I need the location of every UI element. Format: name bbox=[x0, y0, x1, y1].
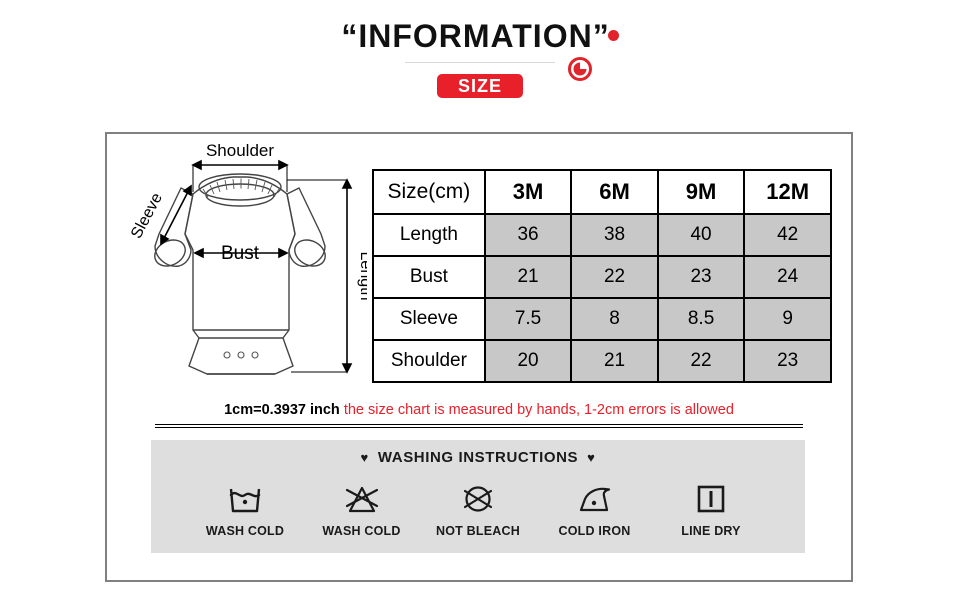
title-accent-dot bbox=[607, 30, 619, 41]
cell-length-3m: 36 bbox=[483, 213, 573, 257]
heart-left-icon: ♥ bbox=[360, 450, 369, 465]
washing-title-label: WASHING INSTRUCTIONS bbox=[377, 449, 579, 466]
row-label-bust: Bust bbox=[372, 255, 486, 299]
table-row: Bust 21 22 23 24 bbox=[372, 255, 832, 299]
table-header-size: Size(cm) bbox=[372, 169, 486, 215]
washing-instructions-section: ♥ WASHING INSTRUCTIONS ♥ WASH COLD WASH … bbox=[151, 440, 805, 553]
cell-bust-9m: 23 bbox=[656, 255, 746, 299]
wash-label-4: LINE DRY bbox=[681, 524, 741, 538]
wash-item-no-bleach-triangle: WASH COLD bbox=[308, 476, 416, 538]
red-circle-icon bbox=[568, 57, 592, 81]
title-quote-open: “ bbox=[341, 18, 359, 54]
table-header-3m: 3M bbox=[483, 169, 573, 215]
table-header-12m: 12M bbox=[743, 169, 832, 215]
square-vertical-bar-line-dry-icon bbox=[657, 476, 765, 522]
size-badge: SIZE bbox=[437, 74, 523, 98]
diagram-label-bust: Bust bbox=[221, 243, 260, 264]
table-row: Shoulder 20 21 22 23 bbox=[372, 339, 832, 383]
row-label-sleeve: Sleeve bbox=[372, 297, 486, 341]
size-table: Size(cm) 3M 6M 9M 12M Length 36 38 40 42… bbox=[372, 169, 832, 383]
wash-label-1: WASH COLD bbox=[322, 524, 401, 538]
diagram-label-shoulder: Shoulder bbox=[206, 141, 274, 160]
note-double-rule bbox=[155, 424, 803, 428]
heart-right-icon: ♥ bbox=[587, 450, 596, 465]
cell-sleeve-9m: 8.5 bbox=[656, 297, 746, 341]
cell-sleeve-6m: 8 bbox=[570, 297, 659, 341]
cell-length-6m: 38 bbox=[570, 213, 659, 257]
cell-shoulder-6m: 21 bbox=[570, 339, 659, 383]
wash-item-line-dry: LINE DRY bbox=[657, 476, 765, 538]
cell-sleeve-3m: 7.5 bbox=[483, 297, 573, 341]
iron-one-dot-icon bbox=[541, 476, 649, 522]
page-header: “INFORMATION” SIZE bbox=[0, 0, 960, 132]
row-label-length: Length bbox=[372, 213, 486, 257]
washing-instructions-title: ♥ WASHING INSTRUCTIONS ♥ bbox=[151, 449, 805, 466]
row-label-shoulder: Shoulder bbox=[372, 339, 486, 383]
size-chart-panel: Shoulder Bust Sleeve Length Size(cm) 3M … bbox=[105, 132, 853, 582]
wash-item-wash-cold-tub: WASH COLD bbox=[191, 476, 299, 538]
table-header-row: Size(cm) 3M 6M 9M 12M bbox=[372, 169, 832, 215]
table-row: Length 36 38 40 42 bbox=[372, 213, 832, 257]
wash-label-0: WASH COLD bbox=[205, 524, 285, 538]
wash-label-2: NOT BLEACH bbox=[436, 524, 520, 538]
cell-length-9m: 40 bbox=[656, 213, 746, 257]
cell-shoulder-12m: 23 bbox=[743, 339, 832, 383]
cell-bust-6m: 22 bbox=[570, 255, 659, 299]
title-divider bbox=[405, 62, 555, 63]
note-conversion: 1cm=0.3937 inch bbox=[224, 402, 340, 418]
table-header-6m: 6M bbox=[570, 169, 659, 215]
wash-item-cold-iron: COLD IRON bbox=[541, 476, 649, 538]
wash-item-not-bleach-circle: NOT BLEACH bbox=[424, 476, 532, 538]
table-header-9m: 9M bbox=[656, 169, 746, 215]
cell-shoulder-9m: 22 bbox=[656, 339, 746, 383]
table-row: Sleeve 7.5 8 8.5 9 bbox=[372, 297, 832, 341]
title-label: INFORMATION bbox=[358, 18, 593, 54]
measurement-note: 1cm=0.3937 inch the size chart is measur… bbox=[107, 402, 851, 418]
circle-crossed-not-bleach-icon bbox=[424, 476, 532, 522]
washing-icon-list: WASH COLD WASH COLD NOT BLEACH COLD IRON… bbox=[151, 476, 805, 538]
triangle-crossed-no-bleach-icon bbox=[308, 476, 416, 522]
page-title: “INFORMATION” bbox=[0, 18, 960, 55]
diagram-label-length: Length bbox=[357, 252, 367, 301]
cell-sleeve-12m: 9 bbox=[743, 297, 832, 341]
note-disclaimer: the size chart is measured by hands, 1-2… bbox=[343, 402, 734, 418]
cell-shoulder-3m: 20 bbox=[483, 339, 573, 383]
cell-length-12m: 42 bbox=[743, 213, 832, 257]
wash-tub-one-dot-icon bbox=[191, 476, 299, 522]
wash-label-3: COLD IRON bbox=[558, 524, 631, 538]
baby-romper-measurement-diagram: Shoulder Bust Sleeve Length bbox=[115, 140, 374, 390]
cell-bust-3m: 21 bbox=[483, 255, 573, 299]
cell-bust-12m: 24 bbox=[743, 255, 832, 299]
